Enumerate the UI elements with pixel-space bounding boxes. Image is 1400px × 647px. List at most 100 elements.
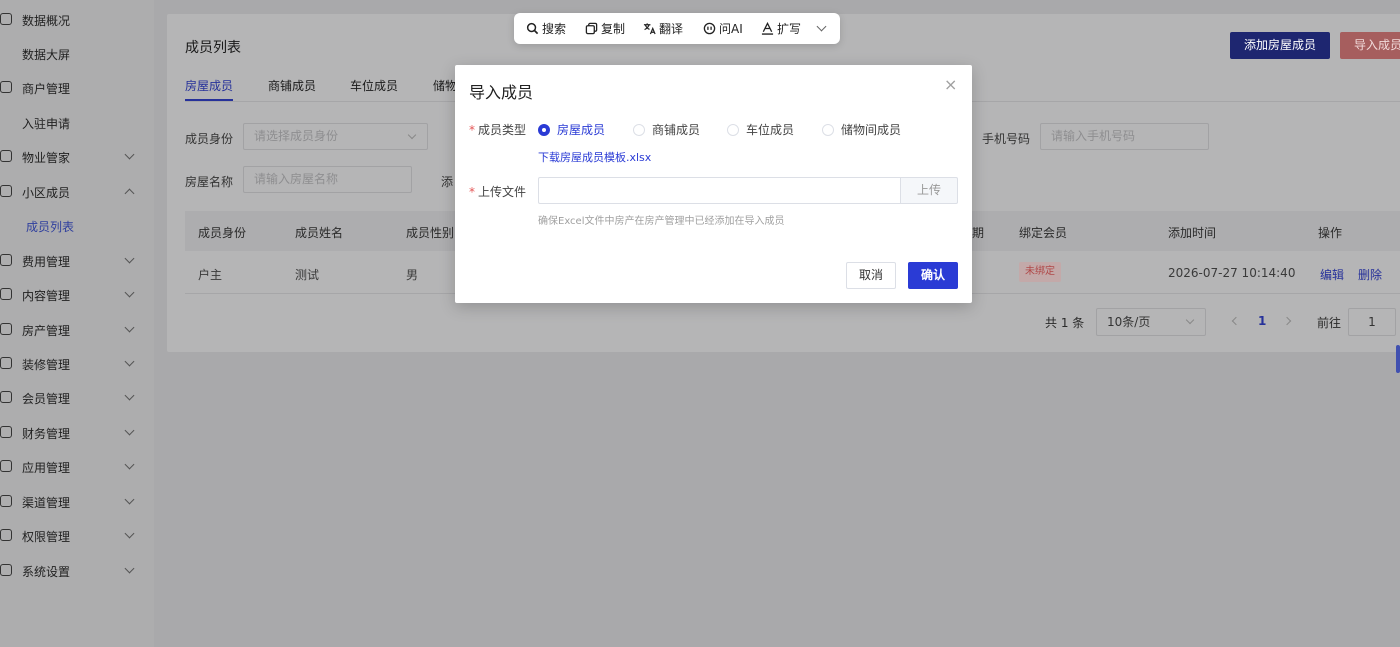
sidebar-item[interactable]: 成员列表 bbox=[0, 208, 154, 242]
sidebar-item-label: 入驻申请 bbox=[22, 117, 71, 131]
import-members-button[interactable]: 导入成员 bbox=[1340, 32, 1400, 59]
current-page[interactable]: 1 bbox=[1258, 314, 1266, 328]
sidebar-item[interactable]: 系统设置 bbox=[0, 553, 154, 587]
th-added-time: 添加时间 bbox=[1168, 226, 1217, 240]
renovation-icon bbox=[0, 357, 12, 369]
sidebar-item[interactable]: 物业管家 bbox=[0, 139, 154, 173]
dialog-title: 导入成员 bbox=[469, 83, 534, 102]
content-icon bbox=[0, 288, 12, 300]
channel-icon bbox=[0, 495, 12, 507]
translate-icon bbox=[643, 23, 656, 35]
close-icon[interactable]: × bbox=[944, 75, 957, 94]
tab-storage-members[interactable]: 储物 bbox=[433, 77, 457, 94]
house-filter-label: 房屋名称 bbox=[185, 175, 234, 189]
sidebar: 数据概况 数据大屏 商户管理入驻申请物业管家小区成员成员列表费用管理内容管理房产管理… bbox=[0, 0, 154, 647]
cancel-button[interactable]: 取消 bbox=[846, 262, 896, 289]
butler-icon bbox=[0, 150, 12, 162]
chevron-down-icon bbox=[124, 287, 135, 298]
sidebar-item[interactable]: 权限管理 bbox=[0, 518, 154, 552]
expand-write-icon bbox=[761, 22, 774, 35]
sidebar-item[interactable]: 数据概况 bbox=[0, 2, 154, 36]
chevron-down-icon bbox=[124, 356, 135, 367]
sidebar-item[interactable]: 渠道管理 bbox=[0, 484, 154, 518]
upload-hint: 确保Excel文件中房产在房产管理中已经添加在导入成员 bbox=[538, 216, 785, 227]
sidebar-item-label: 权限管理 bbox=[22, 530, 71, 544]
sidebar-item-label: 费用管理 bbox=[22, 255, 71, 269]
sidebar-item-label: 小区成员 bbox=[22, 186, 71, 200]
th-gender: 成员性别 bbox=[406, 226, 455, 240]
toolbar-expand[interactable]: 扩写 bbox=[761, 13, 801, 44]
phone-filter-input[interactable]: 请输入手机号码 bbox=[1040, 123, 1209, 150]
upload-file-label: * 上传文件 bbox=[469, 183, 526, 200]
sidebar-item[interactable]: 小区成员 bbox=[0, 174, 154, 208]
toolbar-translate-label: 翻译 bbox=[659, 22, 684, 36]
delete-link[interactable]: 删除 bbox=[1358, 266, 1382, 283]
radio-house-members[interactable]: 房屋成员 bbox=[538, 121, 605, 138]
identity-filter-select[interactable]: 请选择成员身份 bbox=[243, 123, 428, 150]
cell-gender: 男 bbox=[406, 268, 419, 282]
th-operations: 操作 bbox=[1318, 226, 1343, 240]
identity-filter-label: 成员身份 bbox=[185, 132, 234, 146]
sidebar-item-label: 成员列表 bbox=[26, 220, 75, 234]
tab-house-members[interactable]: 房屋成员 bbox=[185, 77, 233, 94]
users-icon bbox=[0, 81, 12, 93]
edit-link[interactable]: 编辑 bbox=[1320, 266, 1344, 283]
sidebar-item[interactable]: 装修管理 bbox=[0, 346, 154, 380]
radio-shop-members-label: 商铺成员 bbox=[652, 123, 701, 137]
sidebar-item[interactable]: 商户管理 bbox=[0, 70, 154, 104]
tab-shop-members[interactable]: 商铺成员 bbox=[268, 77, 316, 94]
toolbar-translate[interactable]: 翻译 bbox=[643, 13, 683, 44]
required-mark: * bbox=[469, 123, 475, 137]
sidebar-item[interactable]: 房产管理 bbox=[0, 312, 154, 346]
th-name: 成员姓名 bbox=[295, 226, 344, 240]
house-icon bbox=[0, 323, 12, 335]
cell-identity: 户主 bbox=[198, 268, 223, 282]
sidebar-item[interactable]: 入驻申请 bbox=[0, 105, 154, 139]
th-date: 期 bbox=[972, 226, 985, 240]
tab-parking-members[interactable]: 车位成员 bbox=[350, 77, 398, 94]
toolbar-ask-ai-label: 问AI bbox=[719, 22, 743, 36]
page-title: 成员列表 bbox=[185, 40, 241, 56]
phone-filter-label: 手机号码 bbox=[982, 132, 1031, 146]
upload-file-input[interactable] bbox=[538, 177, 900, 204]
sidebar-item[interactable]: 内容管理 bbox=[0, 277, 154, 311]
sidebar-item-label: 装修管理 bbox=[22, 358, 71, 372]
sidebar-item-label: 物业管家 bbox=[22, 151, 71, 165]
chevron-down-icon bbox=[124, 459, 135, 470]
goto-label: 前往 bbox=[1317, 316, 1342, 330]
member-icon bbox=[0, 391, 12, 403]
toolbar-copy[interactable]: 复制 bbox=[585, 13, 625, 44]
sidebar-item[interactable]: 应用管理 bbox=[0, 449, 154, 483]
toolbar-search[interactable]: 搜索 bbox=[526, 13, 566, 44]
sidebar-item-label: 系统设置 bbox=[22, 565, 71, 579]
sidebar-item[interactable]: 会员管理 bbox=[0, 380, 154, 414]
confirm-button[interactable]: 确认 bbox=[908, 262, 958, 289]
sidebar-item-label: 房产管理 bbox=[22, 324, 71, 338]
sidebar-item[interactable]: 费用管理 bbox=[0, 243, 154, 277]
toolbar-expand-label: 扩写 bbox=[777, 22, 802, 36]
toolbar-copy-label: 复制 bbox=[601, 22, 626, 36]
sidebar-item[interactable]: 数据大屏 bbox=[0, 36, 154, 70]
goto-page-input[interactable]: 1 bbox=[1348, 308, 1396, 336]
th-bound-member: 绑定会员 bbox=[1019, 226, 1068, 240]
member-type-label: * 成员类型 bbox=[469, 121, 526, 138]
sidebar-item[interactable]: 财务管理 bbox=[0, 415, 154, 449]
radio-parking-members[interactable]: 车位成员 bbox=[727, 121, 794, 138]
chevron-down-icon bbox=[124, 425, 135, 436]
upload-button[interactable]: 上传 bbox=[900, 177, 958, 204]
chevron-down-icon[interactable] bbox=[816, 21, 827, 32]
chevron-down-icon bbox=[124, 390, 135, 401]
upload-file-label-text: 上传文件 bbox=[478, 185, 527, 199]
download-template-link[interactable]: 下载房屋成员模板.xlsx bbox=[538, 149, 651, 165]
house-filter-input[interactable]: 请输入房屋名称 bbox=[243, 166, 412, 193]
add-house-member-button[interactable]: 添加房屋成员 bbox=[1230, 32, 1331, 59]
radio-storage-members[interactable]: 储物间成员 bbox=[822, 121, 901, 138]
page-size-select[interactable]: 10条/页 bbox=[1096, 308, 1206, 336]
scroll-indicator[interactable] bbox=[1396, 345, 1400, 373]
radio-unchecked-icon bbox=[727, 123, 739, 136]
gear-icon bbox=[0, 564, 12, 576]
toolbar-ask-ai[interactable]: 问AI bbox=[703, 13, 743, 44]
chevron-down-icon bbox=[124, 563, 135, 574]
chevron-down-icon bbox=[407, 130, 417, 140]
radio-shop-members[interactable]: 商铺成员 bbox=[633, 121, 700, 138]
